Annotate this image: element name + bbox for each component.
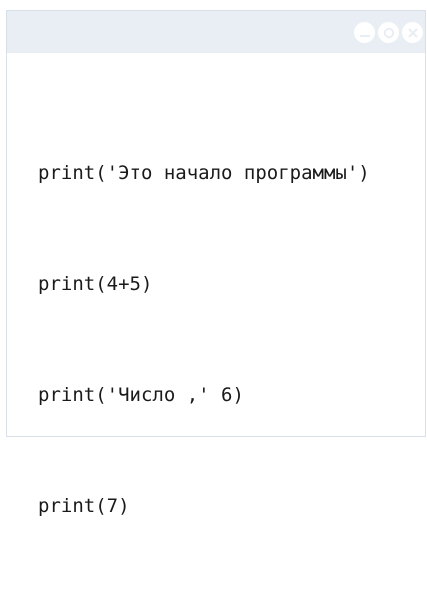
window-titlebar [7,11,425,53]
code-line: print('Число ,' 6) [38,384,244,406]
code-window: print('Это начало программы') print(4+5)… [6,10,426,517]
code-line: print(4+5) [38,273,153,295]
close-button[interactable] [402,22,423,43]
minimize-button[interactable] [354,22,375,43]
code-line: print('Это начало программы') [38,162,370,184]
close-icon [407,27,419,39]
window-controls [354,22,423,43]
maximize-button[interactable] [378,22,399,43]
top-strip [0,0,427,10]
code-line: print(7) [38,495,130,517]
code-editor[interactable]: print('Это начало программы') print(4+5)… [38,81,421,599]
maximize-icon [383,27,395,39]
minimize-icon [359,27,371,39]
